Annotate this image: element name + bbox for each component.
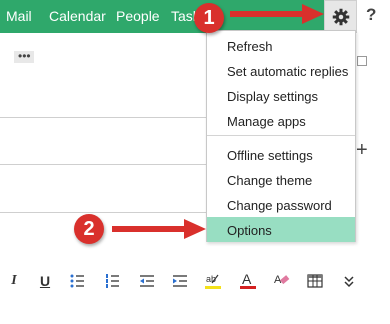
menu-item-change-password[interactable]: Change password [207, 192, 355, 217]
nav-mail[interactable]: Mail [6, 8, 32, 24]
bulleted-list-icon[interactable] [68, 271, 88, 291]
chevron-down-icon[interactable] [339, 271, 359, 291]
italic-button[interactable]: I [4, 271, 24, 291]
formatting-toolbar: I U ab A A [0, 268, 390, 294]
menu-item-label: Options [227, 223, 272, 238]
menu-item-label: Offline settings [227, 148, 313, 163]
help-button[interactable]: ? [357, 0, 390, 33]
ellipsis-icon: ••• [18, 49, 31, 63]
menu-item-options[interactable]: Options [207, 217, 355, 242]
menu-item-label: Refresh [227, 39, 273, 54]
menu-item-label: Manage apps [227, 114, 306, 129]
menu-item-label: Display settings [227, 89, 319, 104]
menu-item-offline-settings[interactable]: Offline settings [207, 142, 355, 167]
menu-item-display-settings[interactable]: Display settings [207, 83, 355, 108]
table-icon[interactable] [305, 271, 325, 291]
numbered-list-icon[interactable] [103, 271, 123, 291]
menu-item-label: Change password [227, 198, 332, 213]
nav-people[interactable]: People [116, 8, 160, 24]
underline-button[interactable]: U [35, 271, 55, 291]
nav-calendar[interactable]: Calendar [49, 8, 106, 24]
menu-item-label: Set automatic replies [227, 64, 349, 79]
clear-formatting-icon[interactable]: A [272, 271, 292, 291]
menu-item-change-theme[interactable]: Change theme [207, 167, 355, 192]
menu-item-label: Change theme [227, 173, 313, 188]
callout-badge: 2 [74, 214, 104, 244]
gear-icon [332, 8, 350, 26]
menu-item-refresh[interactable]: Refresh [207, 33, 355, 58]
settings-button[interactable] [324, 0, 357, 33]
more-options-button[interactable]: ••• [14, 49, 34, 63]
help-icon: ? [366, 5, 377, 24]
callout-badge: 1 [194, 3, 224, 33]
menu-item-set-automatic-replies[interactable]: Set automatic replies [207, 58, 355, 83]
divider [0, 164, 210, 165]
divider [0, 212, 210, 213]
settings-menu: Refresh Set automatic replies Display se… [206, 30, 356, 242]
divider [0, 117, 210, 118]
arrow-annotation [112, 219, 206, 239]
decrease-indent-icon[interactable] [137, 271, 157, 291]
highlight-icon[interactable]: ab [203, 271, 223, 291]
arrow-annotation [230, 4, 324, 24]
font-color-icon[interactable]: A [238, 271, 258, 291]
plus-icon[interactable]: + [356, 140, 368, 160]
svg-text:A: A [242, 271, 252, 287]
menu-separator [207, 135, 355, 136]
menu-item-manage-apps[interactable]: Manage apps [207, 108, 355, 133]
increase-indent-icon[interactable] [170, 271, 190, 291]
compose-icon[interactable] [357, 56, 367, 66]
